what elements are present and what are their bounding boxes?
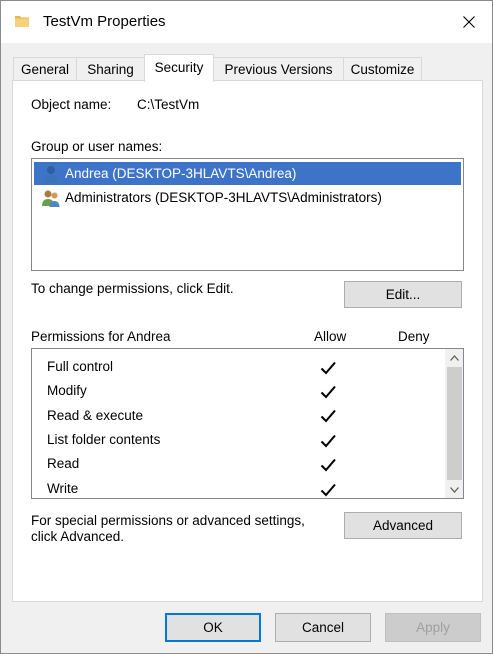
- allow-check-icon: [320, 483, 336, 497]
- permissions-list[interactable]: Full control Modify Read & execute List …: [31, 348, 464, 499]
- permission-row-modify: Modify: [47, 383, 87, 398]
- group-users-label: Group or user names:: [31, 139, 163, 154]
- vertical-scrollbar[interactable]: [445, 349, 463, 498]
- list-item-administrators[interactable]: Administrators (DESKTOP-3HLAVTS\Administ…: [34, 186, 461, 209]
- chevron-up-icon: [450, 354, 459, 361]
- allow-check-icon: [320, 434, 336, 448]
- properties-window: TestVm Properties General Sharing Securi…: [0, 0, 493, 654]
- apply-button[interactable]: Apply: [385, 613, 481, 642]
- title-bar: TestVm Properties: [1, 1, 492, 43]
- user-name: Andrea (DESKTOP-3HLAVTS\Andrea): [65, 166, 297, 181]
- advanced-button[interactable]: Advanced: [344, 512, 462, 539]
- permissions-label: Permissions for Andrea: [31, 329, 171, 344]
- tab-security[interactable]: Security: [144, 54, 214, 82]
- chevron-down-icon: [450, 486, 459, 493]
- edit-button[interactable]: Edit...: [344, 281, 462, 308]
- object-name-label: Object name:: [31, 97, 112, 112]
- permission-row-write: Write: [47, 481, 79, 496]
- scroll-thumb[interactable]: [447, 367, 462, 480]
- folder-icon: [15, 14, 29, 28]
- special-permissions-hint-line2: click Advanced.: [31, 529, 125, 544]
- allow-check-icon: [320, 409, 336, 423]
- special-permissions-hint-line1: For special permissions or advanced sett…: [31, 513, 305, 528]
- object-name-value: C:\TestVm: [137, 97, 200, 112]
- allow-check-icon: [320, 458, 336, 472]
- tab-previous-versions[interactable]: Previous Versions: [213, 57, 344, 81]
- list-item-andrea[interactable]: Andrea (DESKTOP-3HLAVTS\Andrea): [34, 162, 461, 185]
- user-list[interactable]: Andrea (DESKTOP-3HLAVTS\Andrea) Administ…: [31, 158, 464, 271]
- window-title: TestVm Properties: [43, 13, 166, 30]
- deny-column-header: Deny: [398, 329, 430, 344]
- allow-check-icon: [320, 361, 336, 375]
- permission-row-list-folder-contents: List folder contents: [47, 432, 161, 447]
- ok-button[interactable]: OK: [165, 613, 261, 642]
- close-button[interactable]: [446, 1, 492, 43]
- permission-row-read: Read: [47, 456, 80, 471]
- scroll-down-button[interactable]: [446, 481, 463, 498]
- close-icon: [463, 16, 475, 28]
- change-permissions-hint: To change permissions, click Edit.: [31, 281, 234, 296]
- tab-customize[interactable]: Customize: [343, 57, 422, 81]
- cancel-button[interactable]: Cancel: [275, 613, 371, 642]
- allow-check-icon: [320, 385, 336, 399]
- group-icon: [42, 190, 60, 207]
- tab-strip: General Sharing Security Previous Versio…: [13, 54, 481, 82]
- permission-row-full-control: Full control: [47, 359, 114, 374]
- user-name: Administrators (DESKTOP-3HLAVTS\Administ…: [65, 190, 382, 205]
- permission-row-read-execute: Read & execute: [47, 408, 144, 423]
- user-icon: [44, 165, 58, 183]
- scroll-up-button[interactable]: [446, 349, 463, 366]
- allow-column-header: Allow: [314, 329, 347, 344]
- tab-general[interactable]: General: [13, 57, 77, 81]
- tab-sharing[interactable]: Sharing: [76, 57, 145, 81]
